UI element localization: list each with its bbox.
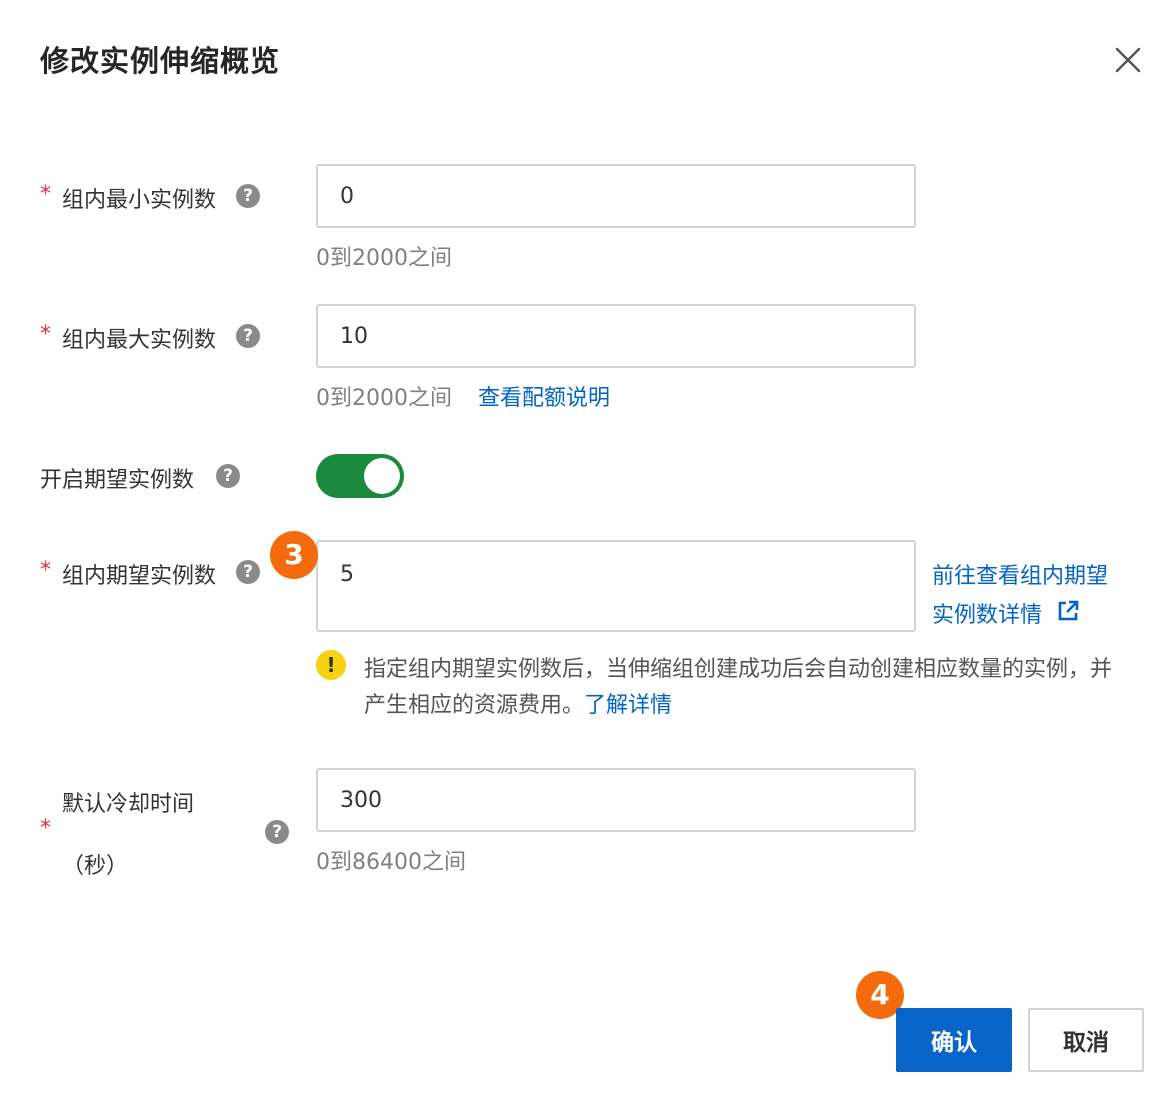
enable-expected-instances-label: 开启期望实例数: [40, 468, 195, 493]
help-icon[interactable]: ?: [236, 324, 260, 348]
max-instances-label: 组内最大实例数: [62, 328, 217, 353]
expected-instances-input[interactable]: 5: [316, 540, 916, 632]
expected-instances-label: 组内期望实例数: [62, 564, 217, 589]
required-mark: *: [40, 182, 51, 207]
max-instances-hint: 0到2000之间: [316, 386, 452, 411]
warning-text: 指定组内期望实例数后，当伸缩组创建成功后会自动创建相应数量的实例，并产生相应的资…: [364, 657, 1113, 718]
quota-description-link[interactable]: 查看配额说明: [478, 380, 610, 412]
cooldown-label-line2: （秒）: [62, 854, 129, 879]
view-expected-details-link-line2[interactable]: 实例数详情: [932, 597, 1042, 629]
help-icon[interactable]: ?: [236, 560, 260, 584]
toggle-knob: [364, 458, 400, 494]
max-instances-value: 10: [340, 323, 368, 349]
required-mark: *: [40, 322, 51, 347]
cooldown-input[interactable]: 300: [316, 768, 916, 832]
required-mark: *: [40, 816, 51, 841]
close-icon[interactable]: [1108, 40, 1148, 80]
cancel-button[interactable]: 取消: [1028, 1008, 1144, 1072]
warning-message: 指定组内期望实例数后，当伸缩组创建成功后会自动创建相应数量的实例，并产生相应的资…: [364, 652, 1124, 724]
view-expected-details-link-line1[interactable]: 前往查看组内期望: [932, 558, 1108, 590]
required-mark: *: [40, 558, 51, 583]
expected-instances-toggle[interactable]: [316, 454, 404, 498]
expected-instances-value: 5: [340, 562, 354, 587]
min-instances-hint: 0到2000之间: [316, 246, 452, 271]
confirm-button[interactable]: 确认: [896, 1008, 1012, 1072]
help-icon[interactable]: ?: [216, 464, 240, 488]
min-instances-value: 0: [340, 183, 354, 209]
external-link-icon[interactable]: [1056, 599, 1080, 623]
help-icon[interactable]: ?: [236, 184, 260, 208]
max-instances-input[interactable]: 10: [316, 304, 916, 368]
help-icon[interactable]: ?: [265, 820, 289, 844]
dialog-title: 修改实例伸缩概览: [40, 44, 281, 78]
cooldown-hint: 0到86400之间: [316, 850, 466, 875]
step-badge-3: 3: [270, 531, 318, 579]
cooldown-label-line1: 默认冷却时间: [62, 792, 195, 817]
cooldown-value: 300: [340, 787, 382, 813]
learn-more-link[interactable]: 了解详情: [584, 693, 672, 718]
min-instances-input[interactable]: 0: [316, 164, 916, 228]
min-instances-label: 组内最小实例数: [62, 188, 217, 213]
warning-icon: !: [316, 650, 346, 680]
